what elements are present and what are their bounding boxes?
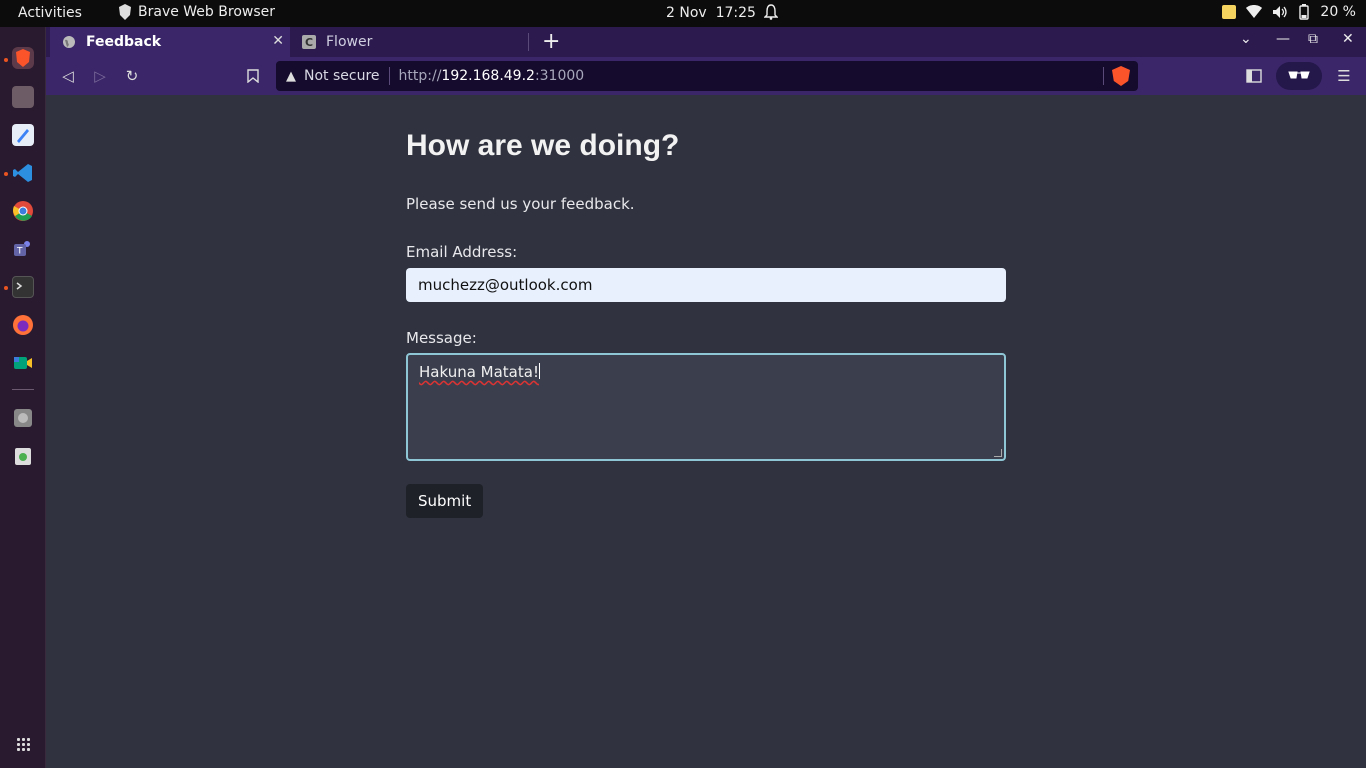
page-viewport: How are we doing? Please send us your fe… [46,95,1366,768]
url-scheme: http:// [398,68,442,84]
brave-shields-icon[interactable] [1112,66,1130,86]
tab-title: Feedback [86,34,162,50]
running-indicator [4,172,8,176]
svg-text:T: T [16,247,23,257]
show-apps-grid-icon[interactable] [16,737,30,751]
browser-toolbar: ◁ ▷ ↻ ▲ Not secure http:// 192.168.49.2 … [46,57,1366,95]
vscode-icon [13,164,32,182]
system-top-bar: Activities Brave Web Browser 2 Nov 17:25… [0,0,1366,27]
teams-icon: T [14,241,30,257]
flower-favicon-icon: C [302,35,316,49]
minimize-icon[interactable]: — [1276,31,1290,47]
tab-title: Flower [326,34,373,50]
address-bar[interactable]: ▲ Not secure http:// 192.168.49.2 :31000 [276,61,1138,91]
intro-text: Please send us your feedback. [406,195,635,213]
security-status[interactable]: Not secure [304,68,380,84]
tab-strip: Feedback ✕ C Flower + ⌄ — ⧉ ✕ [46,27,1366,57]
running-indicator [4,58,8,62]
dock-files[interactable] [12,86,34,108]
dock-trash[interactable] [12,445,34,467]
browser-window: Feedback ✕ C Flower + ⌄ — ⧉ ✕ ◁ ▷ ↻ ▲ No… [46,27,1366,768]
submit-label: Submit [418,492,472,510]
url-divider [388,67,390,85]
bookmark-icon[interactable] [242,65,264,87]
email-label: Email Address: [406,243,518,261]
system-tray[interactable]: 20 % [1222,4,1356,20]
private-window-icon[interactable] [1276,62,1322,90]
resize-handle[interactable] [994,449,1002,457]
message-label: Message: [406,329,477,347]
dock-text-editor[interactable] [12,124,34,146]
chrome-icon [13,201,33,221]
dock-disk[interactable] [12,407,34,429]
dock-firefox[interactable] [12,314,34,336]
submit-button[interactable]: Submit [406,484,484,518]
close-window-icon[interactable]: ✕ [1342,31,1354,47]
warning-icon[interactable]: ▲ [286,69,296,84]
restore-icon[interactable]: ⧉ [1308,31,1318,47]
email-field[interactable]: muchezz@outlook.com [406,268,1006,302]
time-text: 17:25 [715,5,756,21]
terminal-icon [16,282,23,290]
dock-brave[interactable] [12,47,34,69]
date-text: 2 Nov [666,5,707,21]
battery-icon [1299,4,1310,20]
back-icon[interactable]: ◁ [57,65,79,87]
text-editor-icon [17,129,29,143]
text-cursor [538,363,540,379]
close-tab-icon[interactable]: ✕ [272,33,284,49]
activities-button[interactable]: Activities [18,5,82,21]
sticky-notes-icon[interactable] [1222,5,1237,19]
battery-percent: 20 % [1320,4,1356,20]
new-tab-plus-icon[interactable]: + [542,29,560,54]
clock[interactable]: 2 Nov 17:25 [666,5,756,21]
firefox-icon [13,315,33,335]
page-heading: How are we doing? [406,129,680,162]
tab-list-chevron-icon[interactable]: ⌄ [1240,31,1252,47]
dock: T [0,27,46,768]
app-menu[interactable]: Brave Web Browser [118,4,275,20]
app-menu-label: Brave Web Browser [138,4,275,20]
email-value: muchezz@outlook.com [418,276,593,294]
meet-icon [14,357,32,369]
dock-vscode[interactable] [12,162,34,184]
disk-icon [14,409,32,427]
tab-flower[interactable]: C Flower [290,27,530,57]
sidebar-toggle-icon[interactable] [1243,65,1265,87]
brave-lion-icon [119,4,131,20]
shield-divider [1103,67,1104,85]
globe-icon [63,36,75,48]
message-value: Hakuna Matata! [419,363,539,381]
trash-icon [15,448,31,465]
dock-teams[interactable]: T [12,238,34,260]
tab-feedback[interactable]: Feedback ✕ [50,27,290,57]
reload-icon[interactable]: ↻ [121,65,143,87]
url-port: :31000 [534,68,585,84]
dock-terminal[interactable] [12,276,34,298]
dock-separator [12,389,34,390]
menu-hamburger-icon[interactable]: ☰ [1333,65,1355,87]
tab-divider [528,33,529,51]
forward-icon[interactable]: ▷ [89,65,111,87]
wifi-icon [1246,5,1263,18]
volume-icon [1273,6,1288,18]
brave-icon [16,49,30,67]
bell-icon[interactable] [763,4,779,24]
dock-chrome[interactable] [12,200,34,222]
dock-meet[interactable] [12,352,34,374]
running-indicator [4,286,8,290]
url-host: 192.168.49.2 [441,68,535,84]
message-textarea[interactable]: Hakuna Matata! [406,353,1006,461]
